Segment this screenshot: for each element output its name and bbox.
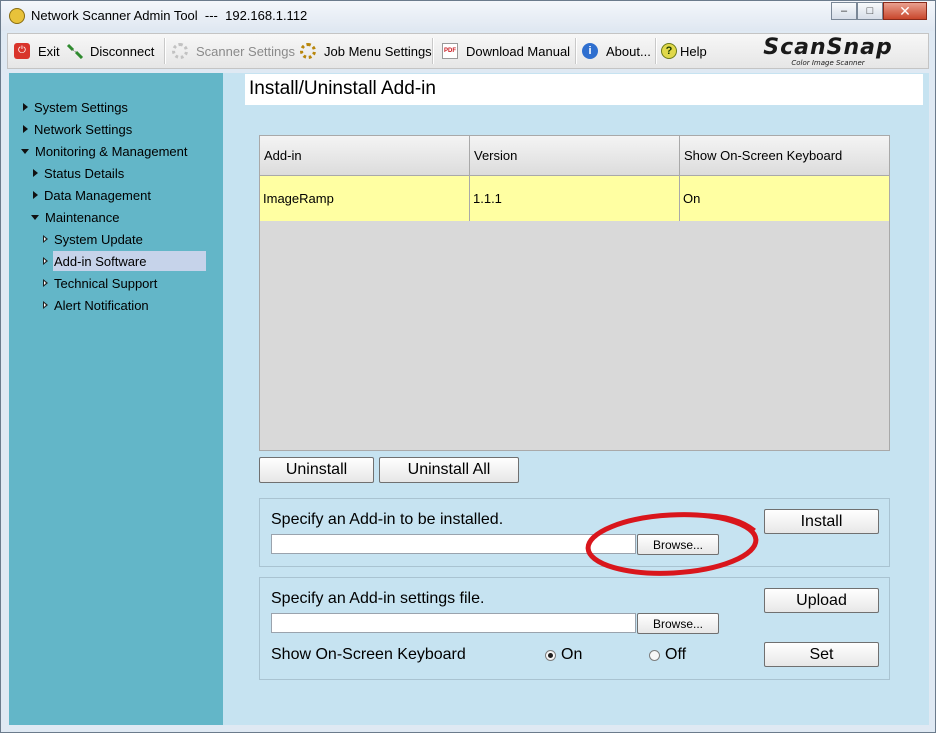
cell-addin: ImageRamp	[263, 191, 334, 206]
disconnect-label: Disconnect	[90, 43, 155, 59]
job-menu-settings-button[interactable]: Job Menu Settings	[300, 34, 432, 68]
leaf-arrow-icon	[43, 257, 48, 265]
maximize-button[interactable]: □	[857, 2, 883, 20]
table-header: Add-in Version Show On-Screen Keyboard	[260, 136, 889, 176]
set-button[interactable]: Set	[764, 642, 879, 667]
sidebar-item-system-settings[interactable]: System Settings	[23, 97, 128, 117]
logo-tagline: Color Image Scanner	[791, 59, 865, 67]
app-icon	[9, 8, 25, 24]
expand-arrow-icon	[33, 169, 38, 177]
download-manual-button[interactable]: PDF Download Manual	[442, 34, 570, 68]
install-file-field[interactable]	[271, 534, 636, 554]
download-manual-label: Download Manual	[466, 43, 571, 59]
settings-browse-button[interactable]: Browse...	[637, 613, 719, 634]
settings-file-field[interactable]	[271, 613, 636, 633]
sidebar-item-alert-notification[interactable]: Alert Notification	[43, 295, 149, 315]
sidebar-item-status-details[interactable]: Status Details	[33, 163, 124, 183]
gear-icon	[300, 43, 316, 59]
install-label: Specify an Add-in to be installed.	[271, 511, 504, 528]
window-title: Network Scanner Admin Tool --- 192.168.1…	[31, 8, 308, 23]
keyboard-on-label[interactable]: On	[561, 646, 582, 664]
column-header-addin[interactable]: Add-in	[260, 136, 470, 175]
expand-arrow-icon	[23, 125, 28, 133]
leaf-arrow-icon	[43, 301, 48, 309]
scanner-settings-label: Scanner Settings	[196, 43, 296, 59]
collapse-arrow-icon	[31, 214, 39, 220]
expand-arrow-icon	[33, 191, 38, 199]
about-button[interactable]: i About...	[582, 34, 651, 68]
column-divider	[469, 136, 470, 221]
sidebar-item-addin-software-label: Add-in Software	[43, 251, 147, 271]
keyboard-on-radio[interactable]	[545, 650, 556, 661]
sidebar-item-data-management[interactable]: Data Management	[33, 185, 151, 205]
scansnap-logo: ScanSnap Color Image Scanner	[740, 35, 916, 68]
expand-arrow-icon	[23, 103, 28, 111]
sidebar-item-monitoring-management[interactable]: Monitoring & Management	[21, 141, 187, 161]
cell-keyboard: On	[683, 191, 701, 206]
help-label: Help	[680, 43, 707, 59]
scanner-settings-button[interactable]: Scanner Settings	[172, 34, 295, 68]
window-controls: – □ ✕	[831, 2, 927, 20]
uninstall-button[interactable]: Uninstall	[259, 457, 374, 483]
help-button[interactable]: ? Help	[661, 34, 707, 68]
logo-wordmark: ScanSnap	[763, 35, 893, 60]
app-window: Network Scanner Admin Tool --- 192.168.1…	[0, 0, 936, 733]
settings-file-label: Specify an Add-in settings file.	[271, 590, 485, 607]
page-title: Install/Uninstall Add-in	[245, 74, 923, 105]
sidebar-item-network-settings[interactable]: Network Settings	[23, 119, 132, 139]
gear-icon	[172, 43, 188, 59]
toolbar: ⏻ Exit Disconnect Scanner Settings Job M…	[7, 33, 929, 69]
power-icon: ⏻	[14, 43, 30, 59]
sidebar-item-maintenance[interactable]: Maintenance	[31, 207, 119, 227]
keyboard-label: Show On-Screen Keyboard	[271, 646, 466, 663]
exit-button[interactable]: ⏻ Exit	[14, 34, 60, 68]
title-bar: Network Scanner Admin Tool --- 192.168.1…	[1, 1, 935, 31]
sidebar-item-system-update[interactable]: System Update	[43, 229, 143, 249]
upload-button[interactable]: Upload	[764, 588, 879, 613]
install-button[interactable]: Install	[764, 509, 879, 534]
cell-version: 1.1.1	[473, 191, 502, 206]
exit-label: Exit	[38, 43, 60, 59]
keyboard-off-radio[interactable]	[649, 650, 660, 661]
job-menu-settings-label: Job Menu Settings	[324, 43, 432, 59]
pdf-icon: PDF	[442, 43, 458, 59]
uninstall-all-button[interactable]: Uninstall All	[379, 457, 519, 483]
addin-table: Add-in Version Show On-Screen Keyboard I…	[259, 135, 890, 451]
keyboard-off-label[interactable]: Off	[665, 646, 686, 664]
info-icon: i	[582, 43, 598, 59]
disconnect-button[interactable]: Disconnect	[66, 34, 154, 68]
close-button[interactable]: ✕	[883, 2, 927, 20]
minimize-button[interactable]: –	[831, 2, 857, 20]
leaf-arrow-icon	[43, 235, 48, 243]
disconnect-plug-icon	[66, 43, 84, 60]
column-header-version[interactable]: Version	[470, 136, 680, 175]
column-divider	[679, 136, 680, 221]
sidebar-item-technical-support[interactable]: Technical Support	[43, 273, 157, 293]
about-label: About...	[606, 43, 651, 59]
column-header-keyboard[interactable]: Show On-Screen Keyboard	[680, 136, 889, 175]
help-icon: ?	[661, 43, 677, 59]
collapse-arrow-icon	[21, 148, 29, 154]
table-row[interactable]: ImageRamp 1.1.1 On	[260, 176, 889, 221]
leaf-arrow-icon	[43, 279, 48, 287]
install-browse-button[interactable]: Browse...	[637, 534, 719, 555]
